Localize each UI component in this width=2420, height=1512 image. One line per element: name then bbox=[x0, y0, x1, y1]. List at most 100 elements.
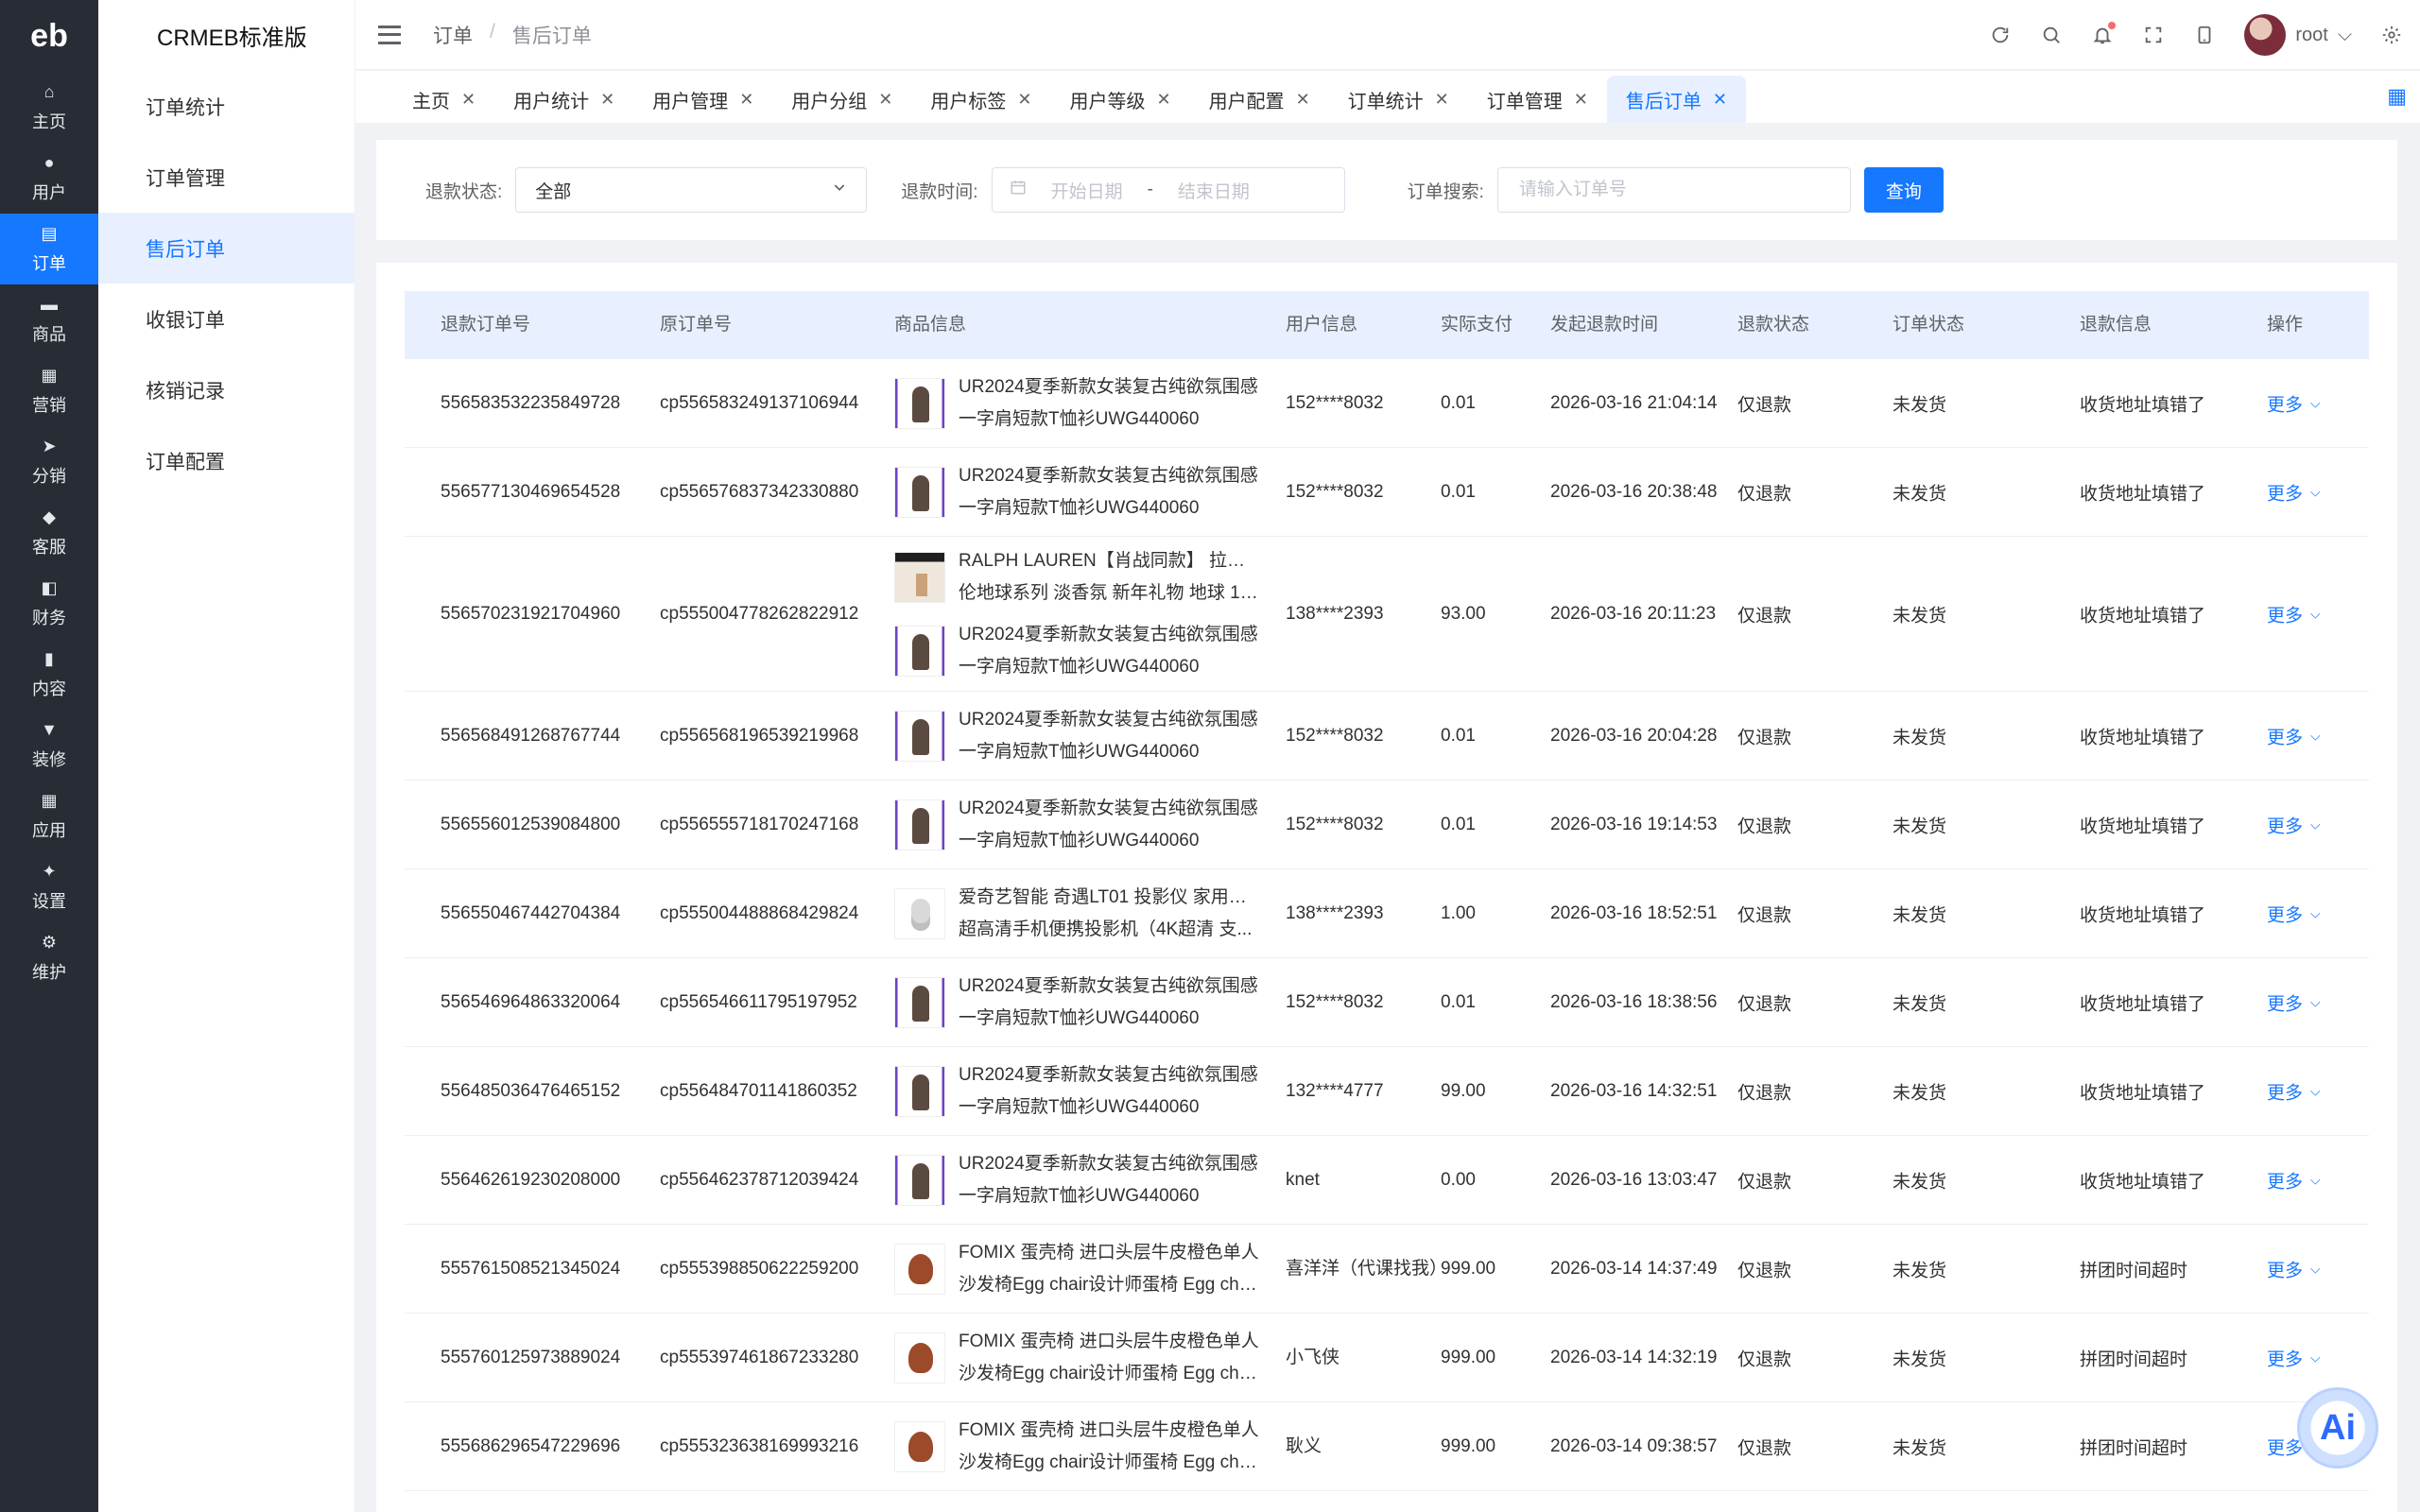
refund-time: 2026-03-14 09:38:57 bbox=[1550, 1435, 1718, 1456]
submenu-item-4[interactable]: 核销记录 bbox=[98, 354, 354, 425]
product-thumbnail[interactable] bbox=[894, 1332, 945, 1383]
more-actions-button[interactable]: 更多 ⌵ bbox=[2267, 989, 2321, 1015]
submenu-item-1[interactable]: 订单管理 bbox=[98, 142, 354, 213]
more-actions-button[interactable]: 更多 ⌵ bbox=[2267, 812, 2321, 837]
close-icon[interactable]: ✕ bbox=[461, 90, 475, 110]
refund-status: 仅退款 bbox=[1737, 728, 1792, 747]
more-actions-button[interactable]: 更多 ⌵ bbox=[2267, 390, 2321, 416]
product-thumbnail[interactable] bbox=[894, 1420, 945, 1472]
start-date-input[interactable]: 开始日期 bbox=[1051, 178, 1123, 203]
product-thumbnail[interactable] bbox=[894, 625, 945, 677]
more-actions-button[interactable]: 更多 ⌵ bbox=[2267, 1167, 2321, 1193]
tab-3[interactable]: 用户分组 ✕ bbox=[772, 76, 911, 123]
product-thumbnail[interactable] bbox=[894, 551, 945, 603]
close-icon[interactable]: ✕ bbox=[1574, 90, 1588, 110]
grid-icon[interactable]: ▦ bbox=[2387, 84, 2407, 109]
submenu-item-5[interactable]: 订单配置 bbox=[98, 425, 354, 496]
rail-item-4[interactable]: ▦ 营销 bbox=[0, 355, 98, 426]
rail-item-5[interactable]: ➤ 分销 bbox=[0, 426, 98, 497]
avatar[interactable] bbox=[2244, 14, 2287, 56]
fullscreen-icon[interactable] bbox=[2142, 24, 2165, 46]
more-actions-button[interactable]: 更多 ⌵ bbox=[2267, 1078, 2321, 1104]
more-actions-button[interactable]: 更多 ⌵ bbox=[2267, 723, 2321, 748]
product-thumbnail[interactable] bbox=[894, 1243, 945, 1295]
gear-icon[interactable] bbox=[2380, 24, 2403, 46]
decorate-icon: ▼ bbox=[41, 720, 58, 739]
close-icon[interactable]: ✕ bbox=[1435, 90, 1449, 110]
close-icon[interactable]: ✕ bbox=[1296, 90, 1310, 110]
tab-4[interactable]: 用户标签 ✕ bbox=[911, 76, 1050, 123]
close-icon[interactable]: ✕ bbox=[1156, 90, 1170, 110]
refresh-icon[interactable] bbox=[1989, 24, 2012, 46]
close-icon[interactable]: ✕ bbox=[878, 90, 892, 110]
username[interactable]: root bbox=[2295, 25, 2327, 46]
more-actions-button[interactable]: 更多 ⌵ bbox=[2267, 479, 2321, 505]
product-thumbnail[interactable] bbox=[894, 887, 945, 939]
rail-item-2[interactable]: ▤ 订单 bbox=[0, 214, 98, 284]
more-actions-button[interactable]: 更多 ⌵ bbox=[2267, 1256, 2321, 1281]
rail-item-8[interactable]: ▮ 内容 bbox=[0, 639, 98, 710]
tab-7[interactable]: 订单统计 ✕ bbox=[1329, 76, 1468, 123]
product-thumbnail[interactable] bbox=[894, 1154, 945, 1206]
product-thumbnail[interactable] bbox=[894, 799, 945, 850]
tab-0[interactable]: 主页 ✕ bbox=[393, 76, 494, 123]
product-thumbnail[interactable] bbox=[894, 377, 945, 429]
user-info: 138****2393 bbox=[1286, 603, 1384, 624]
more-actions-button[interactable]: 更多 ⌵ bbox=[2267, 1345, 2321, 1370]
refund-date-range[interactable]: 开始日期 - 结束日期 bbox=[991, 167, 1345, 213]
menu-toggle-icon[interactable] bbox=[378, 25, 401, 44]
query-button[interactable]: 查询 bbox=[1863, 167, 1944, 213]
product-thumbnail[interactable] bbox=[894, 976, 945, 1028]
app-logo[interactable]: eb bbox=[0, 0, 98, 72]
rail-item-label: 财务 bbox=[32, 608, 66, 627]
tab-2[interactable]: 用户管理 ✕ bbox=[633, 76, 772, 123]
close-icon[interactable]: ✕ bbox=[739, 90, 753, 110]
goods-info: UR2024夏季新款女装复古纯欲氛围感 一字肩短款T恤衫UWG440060 bbox=[894, 704, 1261, 768]
refund-time: 2026-03-16 13:03:47 bbox=[1550, 1169, 1718, 1190]
rail-item-0[interactable]: ⌂ 主页 bbox=[0, 72, 98, 143]
product-name-line: 爱奇艺智能 奇遇LT01 投影仪 家用卧室 bbox=[959, 886, 1261, 907]
tab-9[interactable]: 售后订单 ✕ bbox=[1606, 76, 1746, 123]
rail-item-7[interactable]: ◧ 财务 bbox=[0, 568, 98, 639]
close-icon[interactable]: ✕ bbox=[1017, 90, 1031, 110]
search-icon[interactable] bbox=[2040, 24, 2063, 46]
column-header: 退款信息 bbox=[2080, 315, 2152, 335]
tab-8[interactable]: 订单管理 ✕ bbox=[1468, 76, 1607, 123]
submenu-item-2[interactable]: 售后订单 bbox=[98, 213, 354, 284]
rail-item-3[interactable]: ▬ 商品 bbox=[0, 284, 98, 355]
refund-status-select[interactable]: 全部 bbox=[515, 167, 868, 213]
rail-item-11[interactable]: ✦ 设置 bbox=[0, 851, 98, 922]
order-status: 未发货 bbox=[1893, 1438, 1947, 1458]
column-header: 订单状态 bbox=[1893, 315, 1965, 335]
product-thumbnail[interactable] bbox=[894, 466, 945, 518]
rail-item-6[interactable]: ◆ 客服 bbox=[0, 497, 98, 568]
order-status: 未发货 bbox=[1893, 1349, 1947, 1369]
more-actions-button[interactable]: 更多 ⌵ bbox=[2267, 901, 2321, 926]
goods-item: UR2024夏季新款女装复古纯欲氛围感 一字肩短款T恤衫UWG440060 bbox=[894, 619, 1261, 683]
rail-item-1[interactable]: ● 用户 bbox=[0, 143, 98, 214]
goods-item: FOMIX 蛋壳椅 进口头层牛皮橙色单人 沙发椅Egg chair设计师蛋椅 Eg… bbox=[894, 1326, 1261, 1390]
mobile-icon[interactable] bbox=[2193, 24, 2216, 46]
order-search-input[interactable] bbox=[1496, 167, 1851, 213]
breadcrumb-item-order[interactable]: 订单 bbox=[433, 21, 473, 49]
rail-item-9[interactable]: ▼ 装修 bbox=[0, 710, 98, 781]
chevron-down-icon[interactable]: ⌵ bbox=[2338, 25, 2352, 46]
end-date-input[interactable]: 结束日期 bbox=[1178, 178, 1250, 203]
more-actions-button[interactable]: 更多 ⌵ bbox=[2267, 601, 2321, 627]
tab-5[interactable]: 用户等级 ✕ bbox=[1050, 76, 1189, 123]
product-thumbnail[interactable] bbox=[894, 1065, 945, 1117]
rail-item-10[interactable]: ▦ 应用 bbox=[0, 781, 98, 851]
user-menu[interactable]: root ⌵ bbox=[2244, 14, 2352, 56]
submenu-item-3[interactable]: 收银订单 bbox=[98, 284, 354, 354]
close-icon[interactable]: ✕ bbox=[1713, 90, 1727, 110]
product-name-line: 沙发椅Egg chair设计师蛋椅 Egg chai... bbox=[959, 1363, 1261, 1383]
rail-item-12[interactable]: ⚙ 维护 bbox=[0, 922, 98, 993]
submenu-item-0[interactable]: 订单统计 bbox=[98, 71, 354, 142]
bell-icon[interactable] bbox=[2091, 22, 2117, 46]
ai-assistant-button[interactable]: Ai bbox=[2297, 1387, 2378, 1469]
tab-6[interactable]: 用户配置 ✕ bbox=[1190, 76, 1329, 123]
tab-1[interactable]: 用户统计 ✕ bbox=[494, 76, 633, 123]
product-name-line: FOMIX 蛋壳椅 进口头层牛皮橙色单人 bbox=[959, 1242, 1259, 1263]
close-icon[interactable]: ✕ bbox=[600, 90, 614, 110]
product-thumbnail[interactable] bbox=[894, 710, 945, 762]
